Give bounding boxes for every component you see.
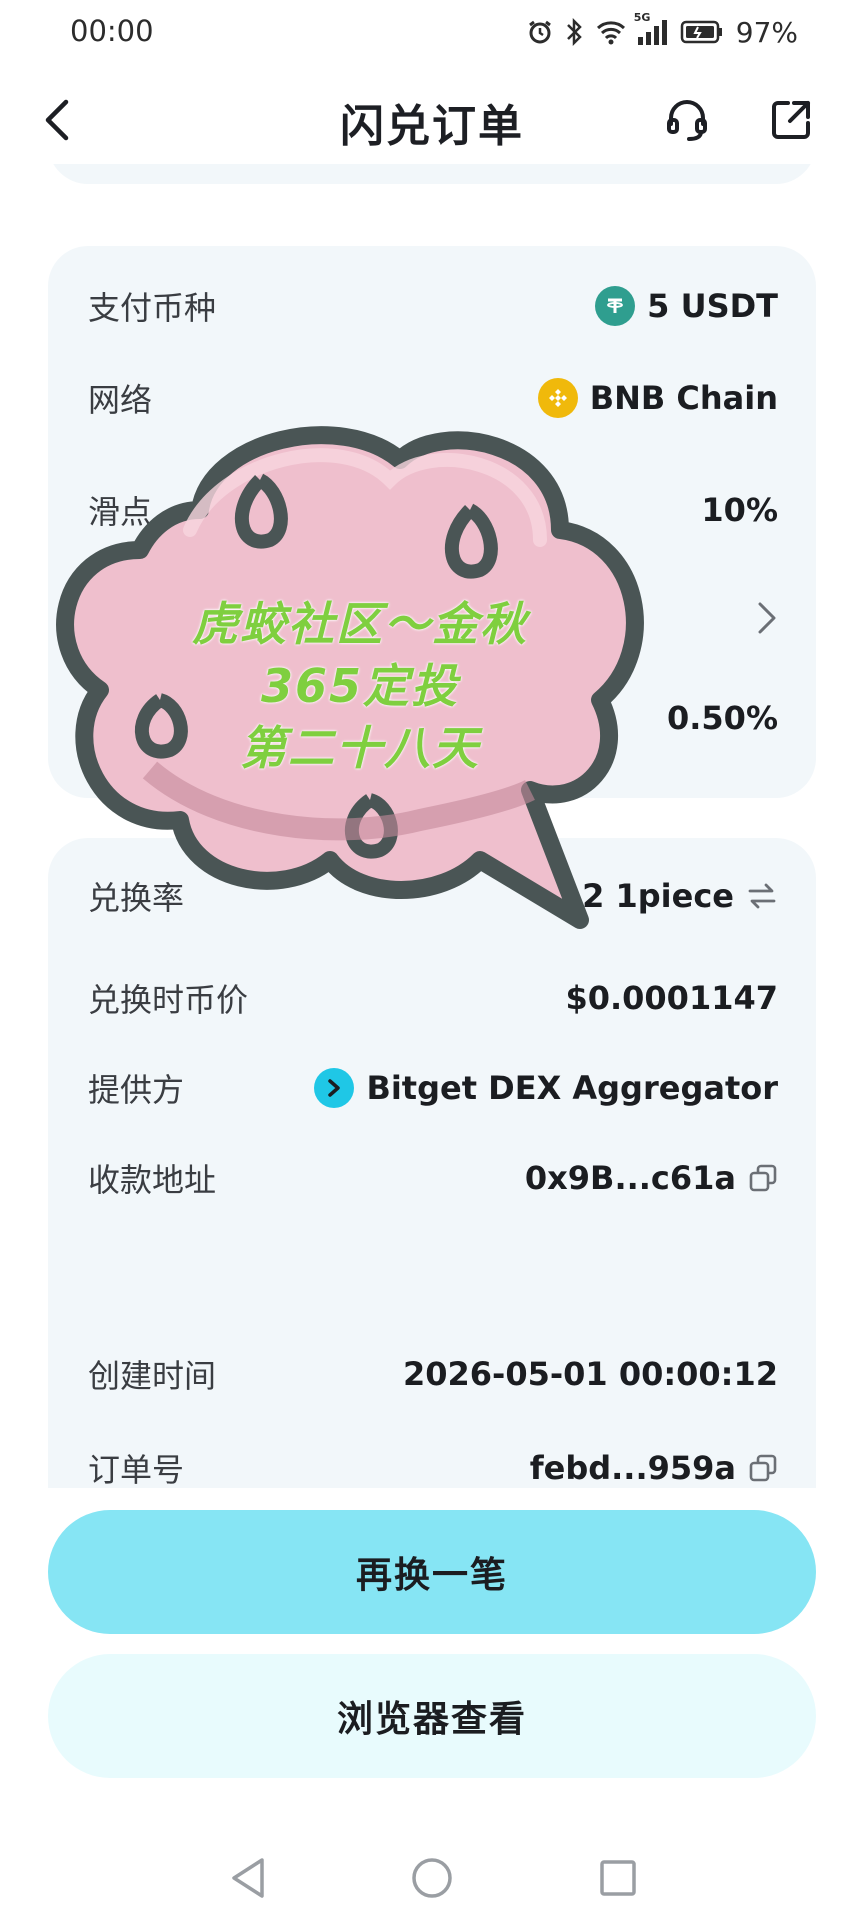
provider-label: 提供方	[88, 1071, 185, 1109]
nav-back-icon	[232, 1858, 264, 1898]
nav-recents-icon	[600, 1860, 636, 1896]
bluetooth-icon	[564, 17, 586, 47]
nav-back-button[interactable]	[218, 1848, 278, 1908]
status-time: 00:00	[70, 14, 154, 48]
battery-icon	[680, 20, 724, 44]
fee-value: 0.50%	[666, 699, 778, 737]
card-remnant	[48, 164, 816, 184]
nav-home-icon	[412, 1858, 452, 1898]
pay-coin-value: 5 USDT	[647, 287, 778, 325]
headset-icon	[667, 100, 707, 141]
swap-icon[interactable]	[746, 881, 778, 911]
receive-address-label: 收款地址	[88, 1161, 217, 1199]
pay-coin-row: 支付币种 5 USDT	[48, 276, 816, 336]
wifi-icon	[596, 19, 626, 45]
sticker-line-3: 第二十八天	[240, 721, 480, 775]
nav-home-button[interactable]	[402, 1848, 462, 1908]
status-bar: 00:00 5G 97%	[0, 0, 864, 64]
created-time-row: 创建时间 2026-05-01 00:00:12	[48, 1344, 816, 1404]
alarm-icon	[526, 18, 554, 46]
receive-address-row: 收款地址 0x9B...c61a	[48, 1148, 816, 1208]
customer-service-button[interactable]	[658, 90, 716, 150]
created-time-value: 2026-05-01 00:00:12	[402, 1355, 778, 1393]
slippage-value: 10%	[701, 491, 778, 529]
share-external-icon	[772, 101, 810, 139]
pay-coin-label: 支付币种	[88, 289, 217, 327]
bitget-icon	[314, 1068, 355, 1108]
status-icons: 5G 97%	[526, 11, 798, 52]
order-no-value-wrap: febd...959a	[530, 1449, 778, 1487]
order-no-label: 订单号	[88, 1451, 185, 1488]
chevron-right-icon	[756, 600, 778, 636]
tether-icon	[595, 286, 636, 326]
network-type: 5G	[633, 11, 651, 24]
cloud-sticker: 虎蛟社区～金秋 365定投 第二十八天	[40, 400, 680, 940]
provider-row: 提供方 Bitget DEX Aggregator	[48, 1058, 816, 1118]
order-no-row: 订单号 febd...959a	[48, 1438, 816, 1488]
system-nav-bar	[0, 1830, 864, 1920]
sticker-line-2: 365定投	[260, 659, 460, 713]
provider-value-wrap: Bitget DEX Aggregator	[314, 1068, 778, 1108]
copy-order-icon[interactable]	[748, 1453, 778, 1483]
order-no-value: febd...959a	[529, 1449, 736, 1487]
view-in-explorer-button[interactable]: 浏览器查看	[48, 1654, 816, 1778]
swap-again-button[interactable]: 再换一笔	[48, 1510, 816, 1634]
page-title: 闪兑订单	[340, 101, 524, 152]
nav-recents-button[interactable]	[588, 1848, 648, 1908]
battery-percentage: 97%	[735, 15, 798, 49]
created-time-label: 创建时间	[88, 1357, 217, 1395]
share-button[interactable]	[762, 90, 820, 150]
signal-icon: 5G	[634, 11, 670, 47]
exchange-price-value: $0.0001147	[565, 979, 778, 1017]
receive-address-value-wrap: 0x9B...c61a	[525, 1159, 778, 1197]
pay-coin-value-wrap: 5 USDT	[595, 286, 778, 326]
copy-icon[interactable]	[748, 1163, 778, 1193]
provider-value: Bitget DEX Aggregator	[366, 1069, 778, 1107]
header: 闪兑订单	[0, 76, 864, 164]
exchange-price-label: 兑换时币价	[88, 981, 249, 1019]
order-info-viewport: 创建时间 2026-05-01 00:00:12 订单号 febd...959a	[0, 1310, 864, 1488]
sticker-line-1: 虎蛟社区～金秋	[192, 597, 528, 651]
exchange-price-row: 兑换时币价 $0.0001147	[48, 968, 816, 1028]
receive-address-value: 0x9B...c61a	[524, 1159, 736, 1197]
order-info-panel: 创建时间 2026-05-01 00:00:12 订单号 febd...959a	[48, 1322, 816, 1488]
